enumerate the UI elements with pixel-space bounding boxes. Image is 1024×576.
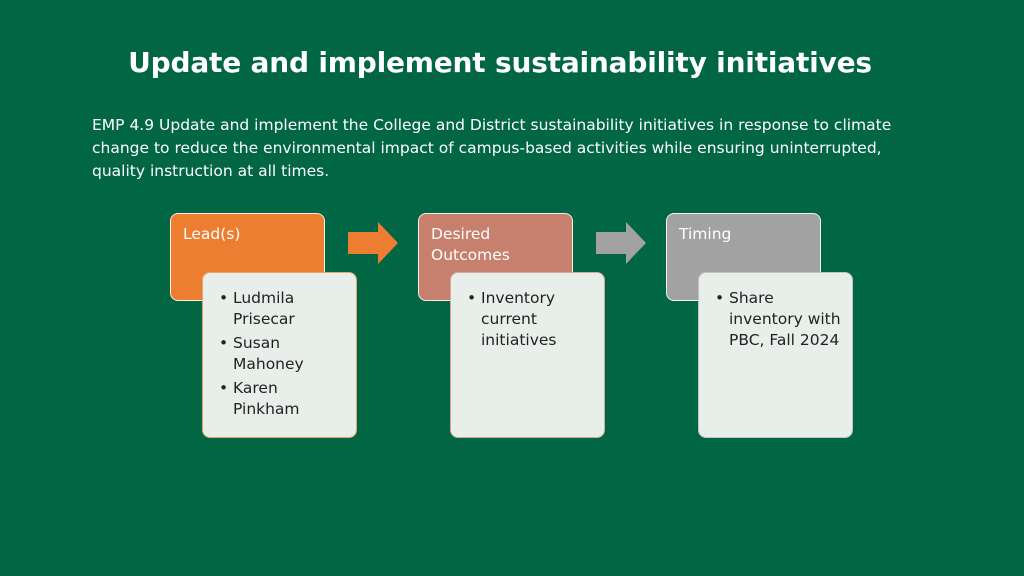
lead-header-label: Lead(s) [183, 225, 241, 243]
list-item: Ludmila Prisecar [217, 288, 346, 330]
list-item: Share inventory with PBC, Fall 2024 [713, 288, 842, 351]
list-item: Karen Pinkham [217, 378, 346, 420]
list-item: Susan Mahoney [217, 333, 346, 375]
lead-content-box: Ludmila Prisecar Susan Mahoney Karen Pin… [202, 272, 357, 438]
page-title: Update and implement sustainability init… [128, 46, 872, 79]
timing-content-box: Share inventory with PBC, Fall 2024 [698, 272, 853, 438]
arrow-right-icon [348, 222, 398, 264]
lead-list: Ludmila Prisecar Susan Mahoney Karen Pin… [217, 288, 346, 420]
list-item: Inventory current initiatives [465, 288, 594, 351]
arrow-right-icon [596, 222, 646, 264]
outcomes-content-box: Inventory current initiatives [450, 272, 605, 438]
description-text: EMP 4.9 Update and implement the College… [92, 116, 892, 180]
timing-header-label: Timing [679, 225, 732, 243]
outcomes-list: Inventory current initiatives [465, 288, 594, 351]
timing-list: Share inventory with PBC, Fall 2024 [713, 288, 842, 351]
outcomes-header-label: Desired Outcomes [431, 225, 510, 264]
